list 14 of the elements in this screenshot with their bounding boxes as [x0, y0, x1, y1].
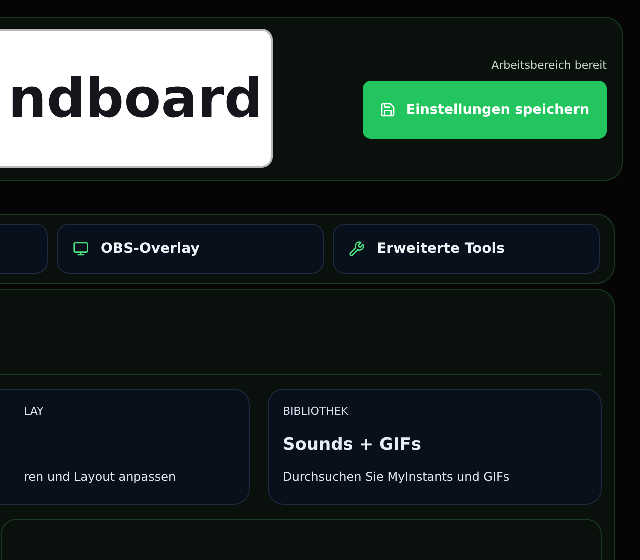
card-title: Sounds + GIFs [283, 434, 423, 456]
save-icon [380, 102, 396, 118]
monitor-icon [73, 240, 89, 257]
tab[interactable]: OBS-Overlay [57, 224, 324, 274]
card-eyebrow: LAY [24, 404, 45, 420]
wrench-icon [349, 240, 365, 257]
status-text: Arbeitsbereich bereit [492, 58, 607, 72]
card-description: ren und Layout anpassen [24, 470, 178, 484]
card[interactable]: LAY ren und Layout anpassen [0, 389, 250, 505]
logo: ndboard [0, 29, 273, 168]
card[interactable]: BIBLIOTHEK Sounds + GIFs Durchsuchen Sie MyInstants und GIFs [268, 389, 602, 505]
card-eyebrow: BIBLIOTHEK [283, 404, 350, 420]
tab[interactable]: Erweiterte Tools [333, 224, 600, 274]
card-description: Durchsuchen Sie MyInstants und GIFs [283, 470, 511, 484]
